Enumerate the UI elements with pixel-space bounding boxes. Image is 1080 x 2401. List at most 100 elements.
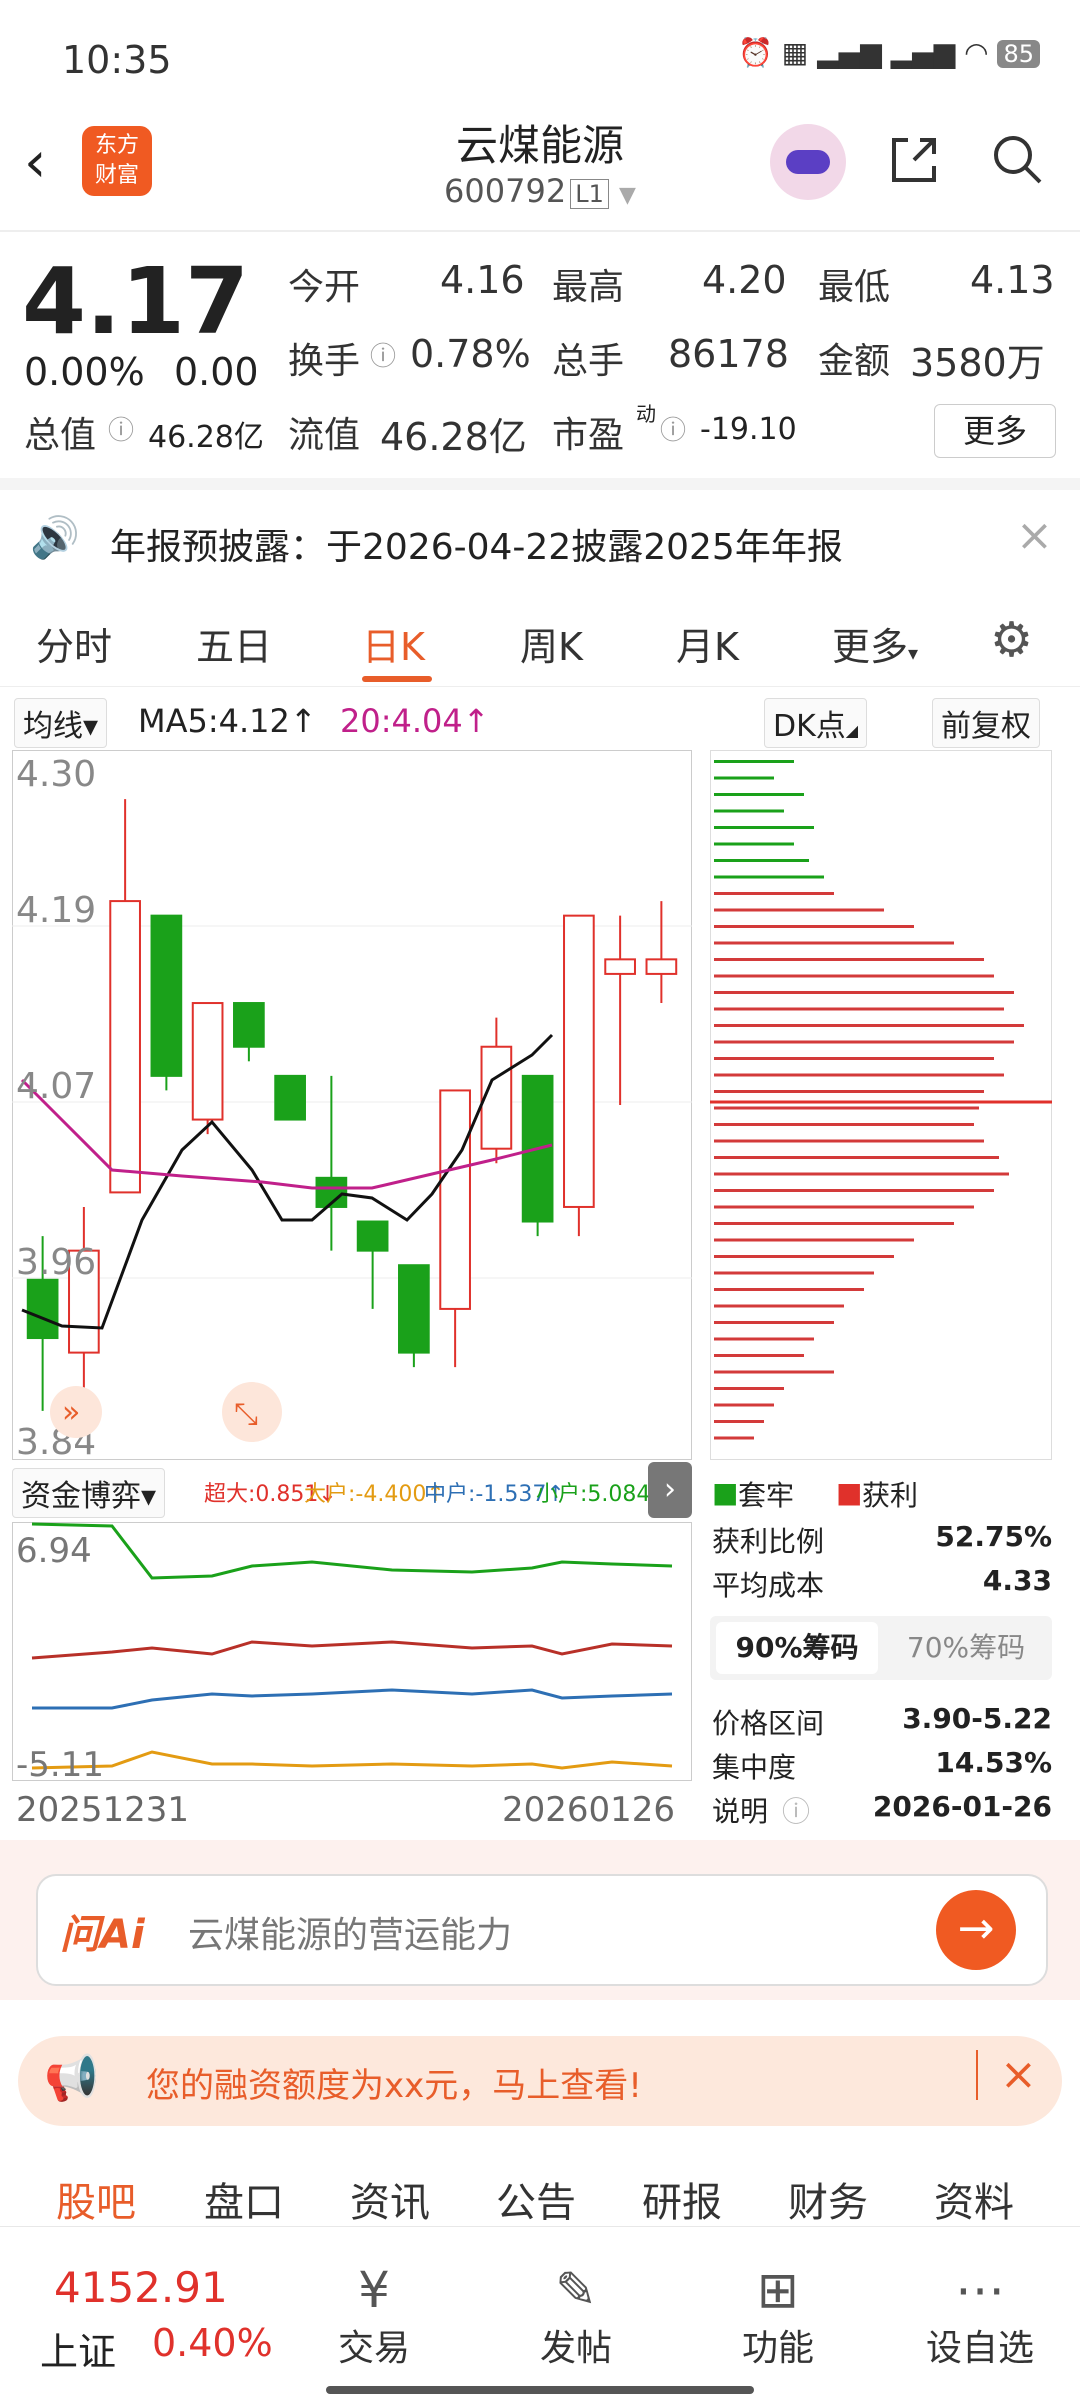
candle-body	[150, 914, 183, 1077]
candle-body	[604, 958, 636, 975]
expand-icon[interactable]: ⤡	[222, 1382, 282, 1442]
tab-announcements[interactable]: 公告	[496, 2170, 576, 2228]
mktcap-label: 总值	[24, 415, 97, 456]
promo-banner[interactable]: 📢 您的融资额度为xx元，马上查看! ×	[18, 2036, 1062, 2126]
tab-70-chip[interactable]: 70%筹码	[886, 1622, 1046, 1674]
yen-icon: ¥	[358, 2261, 390, 2319]
tab-research[interactable]: 研报	[642, 2170, 722, 2228]
change-pct: 0.00%	[24, 350, 145, 394]
indicator-label: 均线	[23, 709, 83, 744]
note-date: 2026-01-26	[872, 1790, 1052, 1823]
dk-point-button[interactable]: DK点◢	[764, 698, 868, 748]
status-time: 10:35	[62, 38, 172, 82]
float-label: 流值	[288, 415, 361, 456]
dk-label: DK点	[773, 709, 846, 744]
chip-bar	[714, 1403, 774, 1407]
bottom-bar: 4152.91 上证 0.40% ¥ 交易 ✎ 发帖 ⊞ 功能 ⋯ 设自选	[0, 2226, 1080, 2401]
close-icon[interactable]: ×	[1016, 510, 1053, 561]
sub-top-label: 6.94	[16, 1531, 92, 1571]
chip-bar	[714, 974, 994, 978]
promo-text: 您的融资额度为xx元，马上查看!	[146, 2066, 642, 2106]
info-icon[interactable]: ⓘ	[370, 336, 396, 373]
low-label: 最低	[818, 267, 891, 308]
index-value: 4152.91	[54, 2263, 228, 2312]
chip-bar	[714, 1304, 844, 1308]
chip-bar	[714, 1238, 914, 1242]
scroll-left-icon[interactable]: »	[50, 1386, 102, 1438]
tab-more[interactable]: 更多▾	[832, 616, 918, 671]
tab-daily-k[interactable]: 日K	[362, 616, 425, 671]
section-tabs: 股吧 盘口 资讯 公告 研报 财务 资料	[0, 2164, 1080, 2226]
chip-bar	[714, 793, 804, 796]
tab-pankou[interactable]: 盘口	[204, 2170, 284, 2228]
fund-flow-svg: 6.94 -5.11	[12, 1522, 692, 1782]
trade-label: 交易	[337, 2328, 410, 2369]
indicator-select[interactable]: 均线▾	[14, 698, 108, 748]
chip-bar	[714, 1156, 999, 1159]
add-watchlist-button[interactable]: ⋯ 设自选	[910, 2261, 1050, 2371]
more-button[interactable]: 更多	[934, 404, 1056, 458]
ai-robot-icon[interactable]	[770, 124, 846, 200]
amount-value: 3580万	[910, 341, 1045, 385]
announcement-bar[interactable]: 🔊 年报预披露：于2026-04-22披露2025年年报 ×	[0, 478, 1080, 594]
profit-ratio-value: 52.75%	[935, 1520, 1052, 1553]
kline-chart[interactable]: 4.30 4.19 4.07 3.96 3.84 » ⤡	[12, 750, 692, 1463]
adjust-button[interactable]: 前复权	[932, 698, 1040, 748]
app-header: ‹ 东方 财富 云煤能源 600792 L1 ▼	[0, 110, 1080, 230]
info-icon[interactable]: ⓘ	[108, 410, 134, 447]
candle-body	[233, 1002, 265, 1048]
share-icon[interactable]	[888, 132, 942, 186]
tab-5day[interactable]: 五日	[196, 616, 272, 671]
pe-sup: 动	[636, 402, 656, 426]
chip-svg	[710, 750, 1052, 1460]
edit-icon: ✎	[555, 2261, 597, 2319]
ai-ask-box[interactable]: 问Ai 云煤能源的营运能力 →	[36, 1874, 1048, 1986]
candle-body	[274, 1074, 306, 1121]
quote-panel: 4.17 0.00% 0.00 今开 4.16 最高 4.20 最低 4.13 …	[0, 232, 1080, 472]
search-icon[interactable]	[990, 132, 1044, 186]
tab-weekly-k[interactable]: 周K	[520, 616, 583, 671]
arrow-right-icon[interactable]: →	[936, 1890, 1016, 1970]
chip-bar	[714, 1007, 1004, 1011]
candle-body	[645, 958, 678, 975]
chip-bar	[714, 941, 954, 945]
announcement-text: 年报预披露：于2026-04-22披露2025年年报	[110, 527, 843, 568]
mktcap-value: 46.28亿	[148, 420, 264, 455]
info-icon[interactable]: ⓘ	[782, 1790, 810, 1830]
chip-bar	[714, 1222, 954, 1225]
svg-text:»: »	[62, 1395, 80, 1430]
tab-finance[interactable]: 财务	[788, 2170, 868, 2228]
chip-bar	[714, 1172, 1009, 1176]
index-ticker[interactable]: 4152.91 上证 0.40%	[40, 2249, 290, 2379]
tab-guba[interactable]: 股吧	[56, 2170, 136, 2228]
chip-bar	[714, 1354, 804, 1357]
ma5-readout: MA5:4.12↑	[138, 702, 317, 740]
info-icon[interactable]: ⓘ	[660, 410, 686, 447]
tab-monthly-k[interactable]: 月K	[676, 616, 739, 671]
chip-tabs: 90%筹码 70%筹码	[710, 1616, 1052, 1680]
tab-90-chip[interactable]: 90%筹码	[716, 1622, 878, 1674]
turnover-label: 换手	[288, 341, 361, 382]
chip-bar	[714, 1436, 754, 1440]
post-button[interactable]: ✎ 发帖	[506, 2261, 646, 2371]
tab-news[interactable]: 资讯	[350, 2170, 430, 2228]
y-label: 4.07	[16, 1066, 96, 1107]
tab-intraday[interactable]: 分时	[36, 616, 112, 671]
close-icon[interactable]: ×	[976, 2050, 1037, 2100]
chip-bar	[714, 925, 914, 928]
chip-bar	[714, 892, 834, 895]
chip-bar	[714, 1205, 974, 1209]
chevron-right-icon[interactable]: ›	[648, 1462, 692, 1518]
gear-icon[interactable]: ⚙	[990, 612, 1033, 668]
fund-flow-panel: 资金博弈▾ 超大:0.851↓ 大户:-4.400↑ 中户:-1.537↑ 小户…	[12, 1460, 692, 1830]
tab-more-label: 更多	[832, 625, 909, 669]
chip-bar	[714, 1321, 834, 1324]
trade-button[interactable]: ¥ 交易	[304, 2261, 444, 2371]
sub-indicator-select[interactable]: 资金博弈▾	[12, 1468, 166, 1518]
candle-body	[563, 914, 595, 1208]
tab-profile[interactable]: 资料	[934, 2170, 1014, 2228]
more-dots-icon: ⋯	[955, 2261, 1005, 2319]
function-button[interactable]: ⊞ 功能	[708, 2261, 848, 2371]
sub-indicator-label: 资金博弈	[21, 1479, 141, 1514]
range-label: 价格区间	[712, 1707, 825, 1740]
